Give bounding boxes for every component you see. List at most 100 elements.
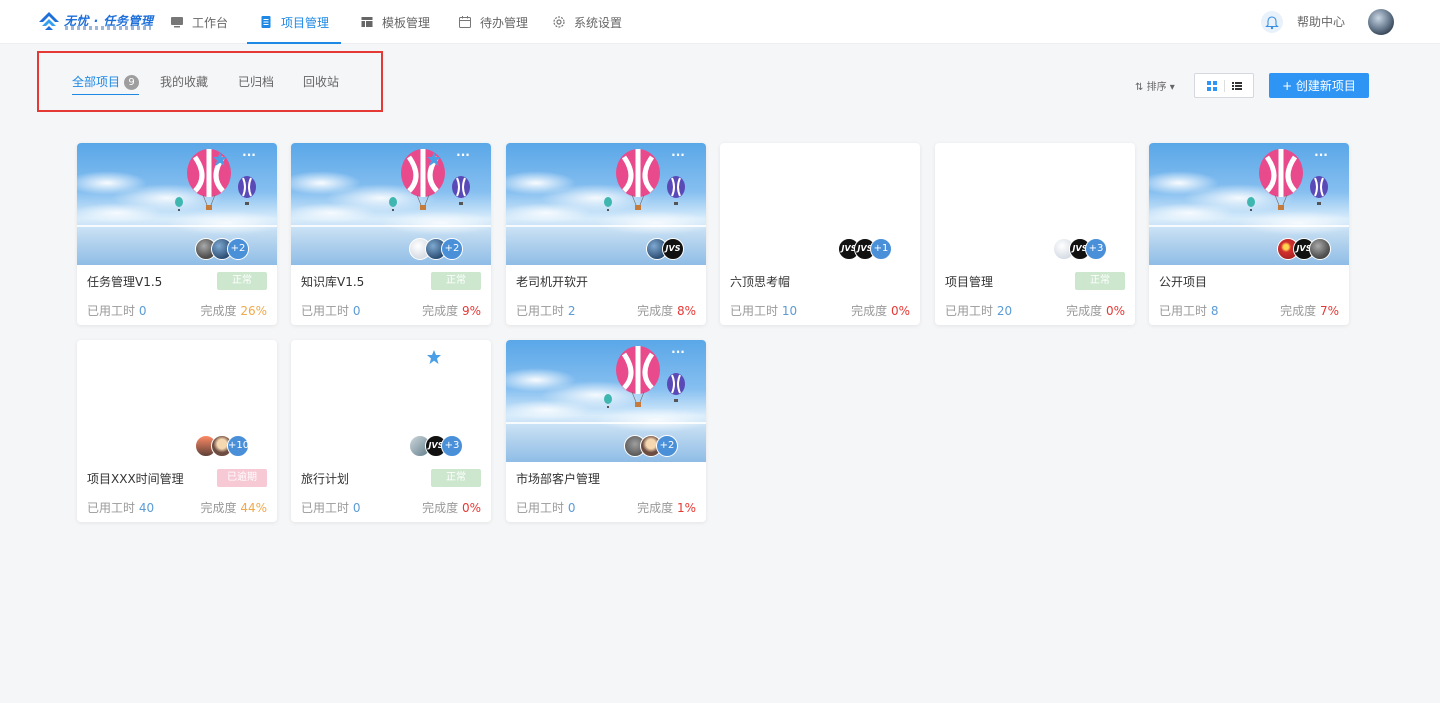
tab-label: 已归档 [238, 75, 275, 89]
hours-used: 已用工时 20 [945, 302, 1012, 319]
member-avatars: +2 [409, 238, 485, 260]
nav-item-todo-management[interactable]: 待办管理 [458, 0, 528, 44]
project-title: 旅行计划 [301, 472, 350, 486]
more-options-icon[interactable]: ··· [239, 149, 259, 163]
favorite-star-icon[interactable] [426, 349, 442, 365]
hours-label: 已用工时 [945, 304, 994, 318]
more-members-badge: +10 [227, 435, 249, 457]
member-avatars: JVS +3 [409, 435, 485, 457]
tab-recycle-bin[interactable]: 回收站 [303, 73, 339, 95]
bell-icon [1265, 16, 1279, 30]
member-avatar: JVS [662, 238, 684, 260]
hours-value: 8 [1210, 304, 1219, 318]
completion: 完成度 0% [1066, 302, 1125, 319]
more-options-icon[interactable]: ··· [668, 346, 688, 360]
progress-value: 8% [676, 304, 696, 318]
project-card[interactable]: JVS +3 项目管理 正常 已用工时 20 完成度 0% [935, 143, 1135, 325]
hours-used: 已用工时 8 [1159, 302, 1218, 319]
user-avatar[interactable] [1368, 9, 1394, 35]
member-avatars: +10 [195, 435, 271, 457]
more-members-badge: +1 [870, 238, 892, 260]
project-card[interactable]: ··· +2 知识库V1.5 正常 已用工时 0 完成度 9% [291, 143, 491, 325]
project-card[interactable]: ··· JVS 公开项目 已用工时 8 完成度 7% [1149, 143, 1349, 325]
completion: 完成度 26% [200, 302, 267, 319]
more-members-badge: +2 [227, 238, 249, 260]
progress-value: 26% [240, 304, 267, 318]
hours-label: 已用工时 [1159, 304, 1208, 318]
member-avatars: +2 [624, 435, 700, 457]
project-card[interactable]: JVS JVS +1 六顶思考帽 已用工时 10 完成度 0% [720, 143, 920, 325]
member-avatars: JVS +3 [1053, 238, 1129, 260]
nav-item-label: 项目管理 [281, 15, 330, 30]
tab-all-projects[interactable]: 全部项目 9 [72, 73, 140, 95]
project-card[interactable]: ··· JVS 老司机开软开 已用工时 2 完成度 8% [506, 143, 706, 325]
app-logo[interactable]: 无忧 · 任务管理 [38, 11, 154, 35]
notification-button[interactable] [1261, 11, 1283, 33]
member-avatars: JVS [1277, 238, 1343, 260]
completion: 完成度 0% [851, 302, 910, 319]
project-title: 公开项目 [1159, 275, 1208, 289]
status-badge: 已逾期 [217, 469, 267, 487]
progress-label: 完成度 [637, 501, 674, 515]
list-view-icon[interactable] [1231, 80, 1243, 92]
member-avatars: +2 [195, 238, 271, 260]
progress-label: 完成度 [1066, 304, 1103, 318]
hours-value: 20 [996, 304, 1013, 318]
nav-item-workbench[interactable]: 工作台 [170, 0, 228, 44]
nav-item-project-management[interactable]: 项目管理 [246, 0, 342, 44]
status-badge: 正常 [431, 272, 481, 290]
tab-label: 我的收藏 [160, 75, 209, 89]
tab-archived[interactable]: 已归档 [238, 73, 274, 95]
more-options-icon[interactable]: ··· [668, 149, 688, 163]
more-members-badge: +2 [441, 238, 463, 260]
project-count-badge: 9 [124, 75, 140, 90]
hours-used: 已用工时 0 [516, 499, 575, 516]
document-icon [261, 16, 271, 28]
member-avatars: JVS JVS +1 [838, 238, 914, 260]
project-card[interactable]: +10 项目XXX时间管理 已逾期 已用工时 40 完成度 44% [77, 340, 277, 522]
create-project-button[interactable]: + 创建新项目 [1269, 73, 1369, 98]
tab-label: 全部项目 [72, 75, 121, 89]
favorite-star-icon[interactable] [426, 151, 442, 167]
hours-used: 已用工时 0 [301, 302, 360, 319]
tab-my-favorites[interactable]: 我的收藏 [160, 73, 208, 95]
help-center-link[interactable]: 帮助中心 [1297, 0, 1345, 44]
progress-label: 完成度 [200, 501, 237, 515]
hours-label: 已用工时 [516, 304, 565, 318]
progress-value: 0% [461, 501, 481, 515]
gear-icon [553, 16, 565, 28]
nav-item-system-settings[interactable]: 系统设置 [552, 0, 622, 44]
grid-view-icon[interactable] [1206, 80, 1218, 92]
status-badge: 正常 [431, 469, 481, 487]
project-card[interactable]: ··· +2 任务管理V1.5 正常 已用工时 0 完成度 26% [77, 143, 277, 325]
more-members-badge: +3 [1085, 238, 1107, 260]
more-members-badge: +3 [441, 435, 463, 457]
hours-label: 已用工时 [87, 304, 136, 318]
project-title: 项目XXX时间管理 [87, 472, 184, 486]
view-mode-toggle [1194, 73, 1254, 98]
nav-item-template-management[interactable]: 模板管理 [360, 0, 430, 44]
favorite-star-icon[interactable] [212, 151, 228, 167]
completion: 完成度 9% [422, 302, 481, 319]
tab-label: 回收站 [303, 75, 340, 89]
project-card[interactable]: ··· +2 市场部客户管理 已用工时 0 完成度 1% [506, 340, 706, 522]
progress-label: 完成度 [200, 304, 237, 318]
hours-used: 已用工时 10 [730, 302, 797, 319]
hours-value: 0 [352, 501, 361, 515]
status-badge: 正常 [217, 272, 267, 290]
hours-label: 已用工时 [301, 304, 350, 318]
member-avatar [1309, 238, 1331, 260]
more-members-badge: +2 [656, 435, 678, 457]
project-title: 任务管理V1.5 [87, 275, 163, 289]
more-options-icon[interactable]: ··· [1311, 149, 1331, 163]
sort-button[interactable]: ⇅ 排序 ▾ [1135, 78, 1175, 93]
progress-value: 0% [1105, 304, 1125, 318]
hours-used: 已用工时 0 [301, 499, 360, 516]
project-title: 知识库V1.5 [301, 275, 365, 289]
more-options-icon[interactable]: ··· [453, 149, 473, 163]
project-card[interactable]: JVS +3 旅行计划 正常 已用工时 0 完成度 0% [291, 340, 491, 522]
progress-label: 完成度 [422, 304, 459, 318]
progress-value: 44% [240, 501, 267, 515]
sort-arrows-icon: ⇅ [1135, 82, 1144, 93]
hours-label: 已用工时 [730, 304, 779, 318]
